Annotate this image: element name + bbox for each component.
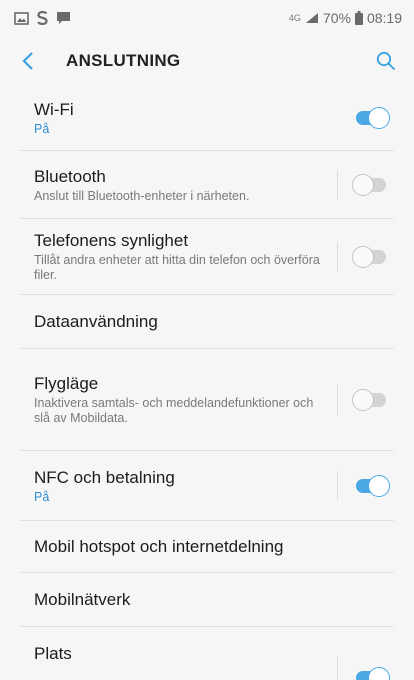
bluetooth-toggle[interactable]	[352, 173, 386, 196]
s-app-icon	[37, 11, 48, 25]
setting-status: På	[34, 489, 50, 504]
nfc-toggle[interactable]	[356, 474, 390, 497]
setting-row-wifi[interactable]: Wi-Fi På	[20, 86, 394, 151]
setting-row-bluetooth[interactable]: Bluetooth Anslut till Bluetooth-enheter …	[20, 151, 394, 219]
setting-title: Plats	[34, 644, 72, 663]
signal-icon	[305, 12, 319, 24]
battery-percent: 70%	[322, 10, 351, 26]
network-type-label: 4G	[288, 12, 301, 23]
setting-row-mobile-network[interactable]: Mobilnätverk	[20, 573, 394, 627]
page-title: ANSLUTNING	[66, 51, 181, 70]
app-header: ANSLUTNING	[0, 36, 414, 86]
setting-row-hotspot[interactable]: Mobil hotspot och internetdelning	[20, 521, 394, 573]
setting-description: Inaktivera samtals- och meddelandefunkti…	[34, 396, 314, 425]
visibility-toggle[interactable]	[352, 245, 386, 268]
wifi-toggle[interactable]	[356, 107, 390, 129]
toggle-divider	[337, 657, 338, 680]
settings-list: Wi-Fi På Bluetooth Anslut till Bluetooth…	[0, 86, 414, 680]
setting-title: Flygläge	[34, 374, 99, 393]
setting-row-flight-mode[interactable]: Flygläge Inaktivera samtals- och meddela…	[20, 349, 394, 451]
setting-title: Mobil hotspot och internetdelning	[34, 537, 284, 556]
back-arrow-icon[interactable]	[22, 51, 50, 71]
setting-row-visibility[interactable]: Telefonens synlighet Tillåt andra enhete…	[20, 219, 394, 295]
setting-description: Tillåt andra enheter att hitta din telef…	[34, 253, 320, 282]
gallery-icon	[14, 11, 29, 25]
toggle-divider	[337, 169, 338, 200]
setting-status: På	[34, 122, 50, 136]
setting-row-data-usage[interactable]: Dataanvändning	[20, 295, 394, 349]
flight-mode-toggle[interactable]	[352, 388, 386, 411]
toggle-divider	[337, 470, 338, 501]
setting-title: Wi-Fi	[34, 100, 74, 119]
setting-title: Dataanvändning	[34, 312, 158, 331]
setting-description: Anslut till Bluetooth-enheter i närheten…	[34, 188, 250, 203]
setting-title: Telefonens synlighet	[34, 231, 189, 250]
toggle-divider	[337, 384, 338, 415]
toggle-divider	[337, 241, 338, 272]
location-toggle[interactable]	[356, 667, 390, 680]
search-icon[interactable]	[372, 47, 400, 75]
message-icon	[56, 11, 71, 25]
battery-icon	[354, 11, 363, 25]
setting-title: NFC och betalning	[34, 467, 175, 487]
setting-row-nfc[interactable]: NFC och betalning På	[20, 451, 394, 521]
setting-title: Mobilnätverk	[34, 590, 131, 609]
system-icons: 4G 70% 08:19	[289, 10, 402, 26]
setting-row-location[interactable]: Plats	[20, 627, 394, 680]
setting-title: Bluetooth	[34, 166, 106, 186]
status-bar: 4G 70% 08:19	[0, 0, 414, 36]
clock: 08:19	[366, 10, 402, 26]
notification-icons	[14, 11, 71, 25]
